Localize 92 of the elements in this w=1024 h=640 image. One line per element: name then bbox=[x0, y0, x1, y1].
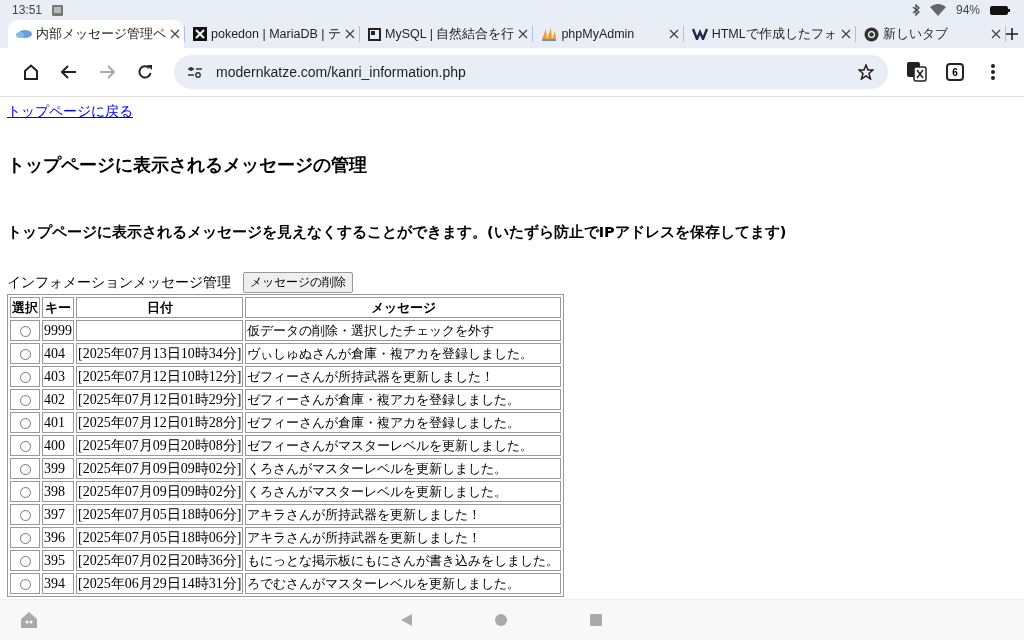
table-cell: アキラさんが所持武器を更新しました！ bbox=[245, 527, 562, 548]
table-cell: [2025年07月05日18時06分] bbox=[76, 527, 244, 548]
w-logo-icon bbox=[691, 28, 708, 40]
forward-arrow-icon[interactable] bbox=[99, 65, 115, 79]
x-logo-icon bbox=[193, 27, 207, 41]
radio-button[interactable] bbox=[19, 533, 31, 545]
browser-tab[interactable]: phpMyAdmin bbox=[533, 20, 683, 48]
close-icon[interactable] bbox=[991, 29, 1001, 39]
table-cell: 394 bbox=[42, 573, 74, 594]
table-cell: 397 bbox=[42, 504, 74, 525]
back-icon[interactable] bbox=[401, 614, 412, 626]
table-cell: [2025年07月12日01時28分] bbox=[76, 412, 244, 433]
table-cell: 396 bbox=[42, 527, 74, 548]
new-tab-icon[interactable] bbox=[1006, 28, 1018, 40]
table-cell: [2025年07月05日18時06分] bbox=[76, 504, 244, 525]
radio-button[interactable] bbox=[19, 464, 31, 476]
table-cell: [2025年07月13日10時34分] bbox=[76, 343, 244, 364]
radio-button[interactable] bbox=[19, 349, 31, 361]
table-cell: 9999 bbox=[42, 320, 74, 341]
table-cell: ゼフィーさんが倉庫・複アカを登録しました。 bbox=[245, 389, 562, 410]
table-cell: 404 bbox=[42, 343, 74, 364]
table-cell: [2025年07月09日09時02分] bbox=[76, 481, 244, 502]
close-icon[interactable] bbox=[668, 29, 679, 39]
back-arrow-icon[interactable] bbox=[61, 65, 77, 79]
table-cell: ゼフィーさんが倉庫・複アカを登録しました。 bbox=[245, 412, 562, 433]
cloud-icon bbox=[16, 29, 32, 39]
table-cell: 400 bbox=[42, 435, 74, 456]
radio-button[interactable] bbox=[19, 487, 31, 499]
table-cell: 402 bbox=[42, 389, 74, 410]
table-cell: ゼフィーさんがマスターレベルを更新しました。 bbox=[245, 435, 562, 456]
page-subheading: トップページに表示されるメッセージを見えなくすることができます。(いたずら防止でIPアドレスを保存してます) bbox=[7, 223, 788, 242]
table-cell: 403 bbox=[42, 366, 74, 387]
table-cell: 398 bbox=[42, 481, 74, 502]
form-label: インフォメーションメッセージ管理 bbox=[7, 273, 231, 292]
column-header: 選択 bbox=[10, 297, 40, 318]
browser-tab[interactable]: pokedon | MariaDB | テ bbox=[185, 20, 359, 48]
close-icon[interactable] bbox=[840, 29, 851, 39]
table-cell: くろさんがマスターレベルを更新しました。 bbox=[245, 458, 562, 479]
radio-button[interactable] bbox=[19, 510, 31, 522]
page-heading: トップページに表示されるメッセージの管理 bbox=[7, 153, 368, 177]
browser-tab[interactable]: 新しいタブ bbox=[855, 20, 1005, 48]
table-cell: [2025年07月12日01時29分] bbox=[76, 389, 244, 410]
browser-tab[interactable]: MySQL | 自然結合を行 bbox=[359, 20, 533, 48]
table-cell: [2025年07月12日10時12分] bbox=[76, 366, 244, 387]
table-cell: くろさんがマスターレベルを更新しました。 bbox=[245, 481, 562, 502]
radio-button[interactable] bbox=[19, 579, 31, 591]
radio-button[interactable] bbox=[19, 395, 31, 407]
star-icon[interactable] bbox=[858, 64, 874, 80]
site-settings-icon[interactable] bbox=[188, 66, 202, 78]
table-cell: ゼフィーさんが所持武器を更新しました！ bbox=[245, 366, 562, 387]
battery-icon bbox=[990, 5, 1010, 15]
table-cell: [2025年07月02日20時36分] bbox=[76, 550, 244, 571]
column-header: メッセージ bbox=[245, 297, 562, 318]
column-header: キー bbox=[42, 297, 74, 318]
browser-tab[interactable]: HTMLで作成したフォ bbox=[683, 20, 855, 48]
close-icon[interactable] bbox=[170, 29, 180, 39]
clock-time: 13:51 bbox=[12, 3, 43, 17]
table-cell: 仮データの削除・選択したチェックを外す bbox=[245, 320, 562, 341]
table-cell: [2025年07月09日09時02分] bbox=[76, 458, 244, 479]
reload-icon[interactable] bbox=[137, 64, 153, 80]
back-to-top-link[interactable]: トップページに戻る bbox=[7, 103, 133, 119]
table-cell: ヴぃしゅぬさんが倉庫・複アカを登録しました。 bbox=[245, 343, 562, 364]
radio-button[interactable] bbox=[19, 556, 31, 568]
table-cell: 395 bbox=[42, 550, 74, 571]
translate-icon[interactable] bbox=[907, 62, 927, 82]
delete-button[interactable]: メッセージの削除 bbox=[243, 272, 353, 293]
tab-count-button[interactable]: 6 bbox=[946, 63, 964, 81]
wifi-icon bbox=[929, 4, 946, 16]
table-cell: [2025年07月09日20時08分] bbox=[76, 435, 244, 456]
menu-icon[interactable] bbox=[991, 64, 995, 80]
address-bar[interactable]: modernkatze.com/kanri_information.php bbox=[174, 55, 888, 89]
square-logo-icon bbox=[367, 27, 381, 41]
table-cell: もにっとな掲示板にもにさんが書き込みをしました。 bbox=[245, 550, 562, 571]
table-cell: [2025年06月29日14時31分] bbox=[76, 573, 244, 594]
battery-percent: 94% bbox=[955, 3, 980, 17]
table-cell: 399 bbox=[42, 458, 74, 479]
table-cell: 401 bbox=[42, 412, 74, 433]
close-icon[interactable] bbox=[518, 29, 529, 39]
table-cell: アキラさんが所持武器を更新しました！ bbox=[245, 504, 562, 525]
close-icon[interactable] bbox=[344, 29, 355, 39]
radio-button[interactable] bbox=[19, 372, 31, 384]
home-apps-icon[interactable] bbox=[20, 611, 38, 629]
sail-logo-icon bbox=[541, 27, 558, 41]
radio-button[interactable] bbox=[19, 418, 31, 430]
bluetooth-icon bbox=[911, 4, 920, 16]
radio-button[interactable] bbox=[19, 441, 31, 453]
browser-tab[interactable]: 内部メッセージ管理ペ bbox=[8, 20, 184, 48]
column-header: 日付 bbox=[76, 297, 244, 318]
home-icon[interactable] bbox=[23, 64, 39, 80]
radio-button[interactable] bbox=[19, 326, 31, 338]
table-cell: ろでむさんがマスターレベルを更新しました。 bbox=[245, 573, 562, 594]
photo-icon bbox=[52, 4, 64, 16]
